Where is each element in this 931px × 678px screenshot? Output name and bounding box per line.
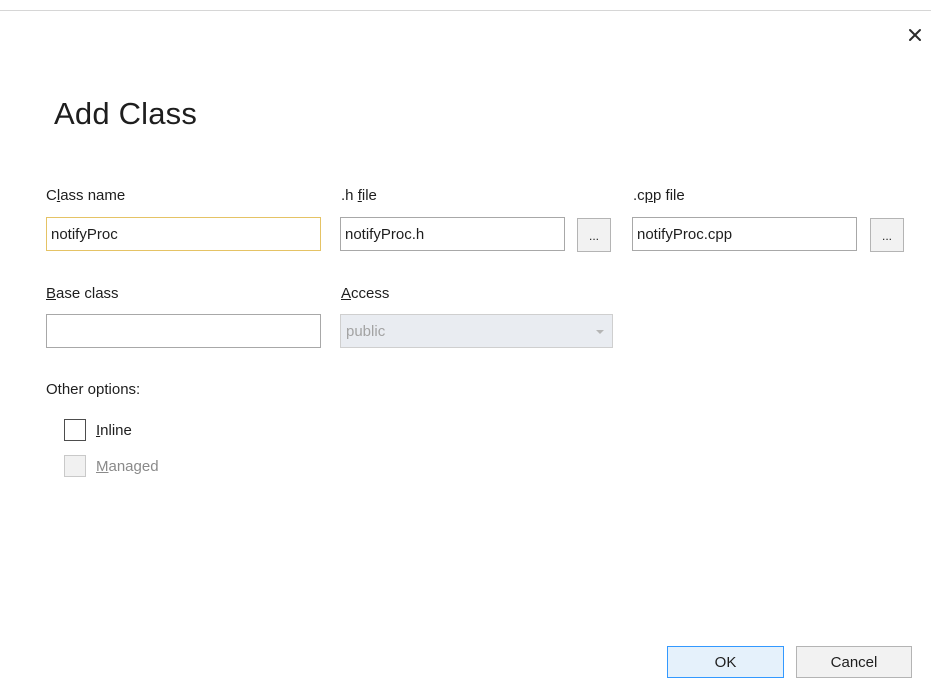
cpp-file-browse-button[interactable]: ... [870,218,904,252]
ok-button[interactable]: OK [667,646,784,678]
managed-label: Managed [96,457,159,475]
class-name-label: Class name [46,187,126,204]
base-class-input[interactable] [46,314,321,348]
access-label: Access [341,285,390,302]
chevron-down-icon [596,330,604,334]
h-file-input[interactable] [340,217,565,251]
dialog-title: Add Class [54,96,198,131]
access-selected-value: public [346,322,386,340]
managed-checkbox[interactable] [64,455,86,477]
close-button[interactable] [905,25,925,45]
dialog-top-border [0,10,931,11]
cancel-button[interactable]: Cancel [796,646,912,678]
cpp-file-label: .cpp file [633,187,685,204]
h-file-browse-button[interactable]: ... [577,218,611,252]
close-icon [909,29,921,41]
class-name-input[interactable] [46,217,321,251]
inline-checkbox-row[interactable]: Inline [64,419,132,441]
other-options-label: Other options: [46,381,141,398]
managed-checkbox-row[interactable]: Managed [64,455,159,477]
h-file-label: .h file [341,187,377,204]
base-class-label: Base class [46,285,119,302]
access-select[interactable]: public [340,314,613,348]
inline-label: Inline [96,421,132,439]
inline-checkbox[interactable] [64,419,86,441]
cpp-file-input[interactable] [632,217,857,251]
